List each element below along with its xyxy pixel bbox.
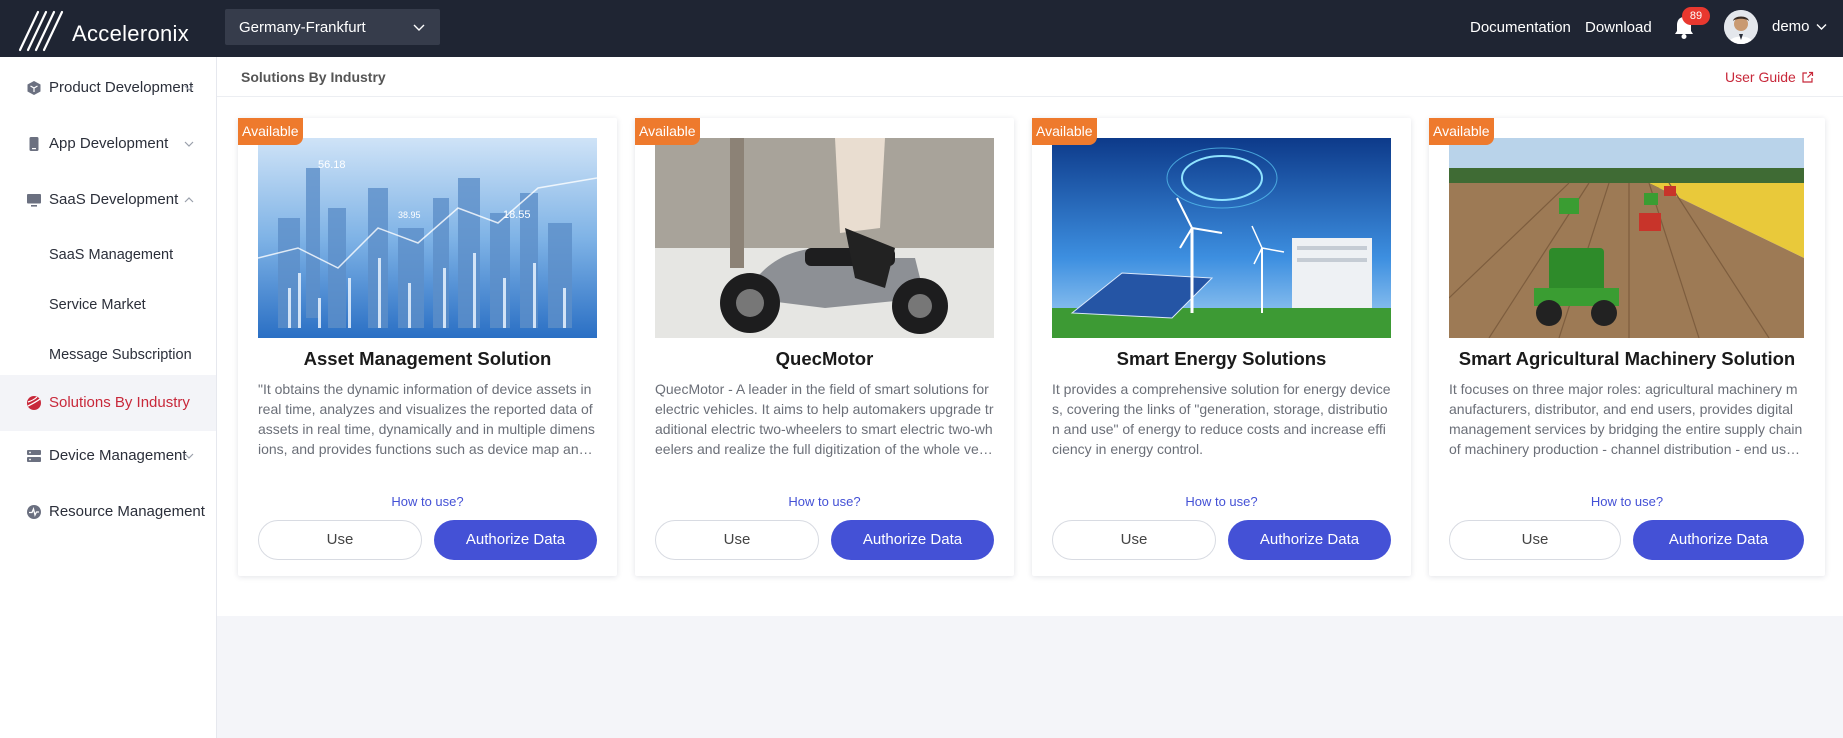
how-to-use-link[interactable]: How to use? (1429, 494, 1825, 509)
documentation-link[interactable]: Documentation (1470, 19, 1571, 36)
authorize-data-button[interactable]: Authorize Data (1228, 520, 1391, 560)
top-header: Acceleronix Germany-Frankfurt Documentat… (0, 0, 1843, 57)
username: demo (1772, 18, 1810, 35)
user-guide-label: User Guide (1725, 69, 1796, 85)
sidebar-item-device-management[interactable]: Device Management (0, 433, 216, 479)
sidebar-item-label: Message Subscription (49, 347, 192, 363)
how-to-use-link[interactable]: How to use? (1032, 494, 1411, 509)
region-select[interactable]: Germany-Frankfurt (225, 9, 440, 45)
svg-text:38.95: 38.95 (398, 210, 421, 220)
page-header: Solutions By Industry User Guide (217, 57, 1843, 97)
logo-text: Acceleronix (72, 21, 190, 46)
sidebar-item-label: Product Development (49, 79, 194, 96)
solution-card: Available QuecMotor QuecMotor - A leader… (635, 118, 1014, 576)
chevron-down-icon (1816, 24, 1827, 30)
user-guide-link[interactable]: User Guide (1725, 69, 1814, 85)
download-link[interactable]: Download (1585, 19, 1652, 36)
page-title: Solutions By Industry (241, 69, 386, 85)
notification-badge: 89 (1682, 7, 1710, 25)
chevron-up-icon (184, 197, 194, 203)
card-description: It focuses on three major roles: agricul… (1449, 381, 1803, 457)
card-description: QuecMotor - A leader in the field of sma… (655, 381, 994, 457)
card-title: Asset Management Solution (303, 348, 552, 369)
city-data-image: 56.18 38.95 18.55 (258, 138, 597, 338)
use-button[interactable]: Use (655, 520, 819, 560)
sidebar-subitem-service-market[interactable]: Service Market (0, 280, 216, 330)
status-badge: Available (635, 118, 700, 145)
user-avatar-icon (1724, 10, 1758, 44)
sidebar-item-label: Service Market (49, 297, 146, 313)
use-button[interactable]: Use (1052, 520, 1216, 560)
phone-icon (29, 137, 39, 151)
sidebar-item-product-development[interactable]: Product Development (0, 65, 216, 111)
sidebar-item-saas-development[interactable]: SaaS Development (0, 177, 216, 223)
status-badge: Available (1032, 118, 1097, 145)
sidebar-subitem-message-subscription[interactable]: Message Subscription (0, 330, 216, 380)
card-image (655, 138, 994, 338)
industry-icon (27, 396, 41, 410)
how-to-use-link[interactable]: How to use? (635, 494, 1014, 509)
chevron-down-icon (184, 453, 194, 459)
solution-card: Available 56.18 38.95 18.55 Asset Manage… (238, 118, 617, 576)
card-description: "It obtains the dynamic information of d… (258, 381, 595, 457)
device-icon (27, 450, 41, 462)
resource-icon (27, 505, 41, 519)
authorize-data-button[interactable]: Authorize Data (831, 520, 994, 560)
use-button[interactable]: Use (1449, 520, 1621, 560)
card-image: 56.18 38.95 18.55 (258, 138, 597, 338)
sidebar-item-label: Solutions By Industry (49, 394, 190, 411)
svg-text:18.55: 18.55 (503, 209, 531, 221)
sidebar-item-app-development[interactable]: App Development (0, 121, 216, 167)
card-title: Smart Energy Solutions (1116, 348, 1327, 369)
scooter-image (655, 138, 994, 338)
external-link-icon (1802, 71, 1813, 83)
chevron-down-icon (413, 24, 425, 31)
use-button[interactable]: Use (258, 520, 422, 560)
region-value: Germany-Frankfurt (239, 18, 366, 36)
chevron-down-icon (184, 141, 194, 147)
solution-card: Available Smart Agricultural Machinery S… (1429, 118, 1825, 576)
card-title: QuecMotor (775, 348, 874, 369)
authorize-data-button[interactable]: Authorize Data (1633, 520, 1804, 560)
solution-card: Available Smart Energy Solutions It prov… (1032, 118, 1411, 576)
card-image (1052, 138, 1391, 338)
card-description: It provides a comprehensive solution for… (1052, 381, 1391, 457)
sidebar-item-label: SaaS Management (49, 247, 174, 263)
agriculture-image (1449, 138, 1804, 338)
energy-image (1052, 138, 1391, 338)
svg-text:56.18: 56.18 (318, 159, 346, 171)
how-to-use-link[interactable]: How to use? (238, 494, 617, 509)
logo-mark-icon (18, 10, 64, 52)
cube-icon (27, 81, 41, 95)
sidebar-subitem-saas-management[interactable]: SaaS Management (0, 230, 216, 280)
logo[interactable]: Acceleronix (18, 6, 189, 52)
sidebar-item-label: SaaS Development (49, 191, 179, 208)
sidebar-item-label: App Development (49, 135, 169, 152)
status-badge: Available (1429, 118, 1494, 145)
card-image (1449, 138, 1804, 338)
sidebar-item-resource-management[interactable]: Resource Management (0, 489, 216, 535)
status-badge: Available (238, 118, 303, 145)
chevron-down-icon (184, 85, 194, 91)
avatar[interactable] (1724, 10, 1758, 44)
authorize-data-button[interactable]: Authorize Data (434, 520, 597, 560)
sidebar-item-label: Device Management (49, 447, 187, 464)
card-title: Smart Agricultural Machinery Solution (1458, 348, 1796, 369)
monitor-icon (27, 194, 41, 207)
user-menu[interactable]: demo (1772, 18, 1828, 35)
sidebar-item-solutions-by-industry[interactable]: Solutions By Industry (0, 375, 216, 431)
sidebar-item-label: Resource Management (49, 503, 205, 520)
sidebar: Product Development App Development SaaS… (0, 57, 217, 738)
